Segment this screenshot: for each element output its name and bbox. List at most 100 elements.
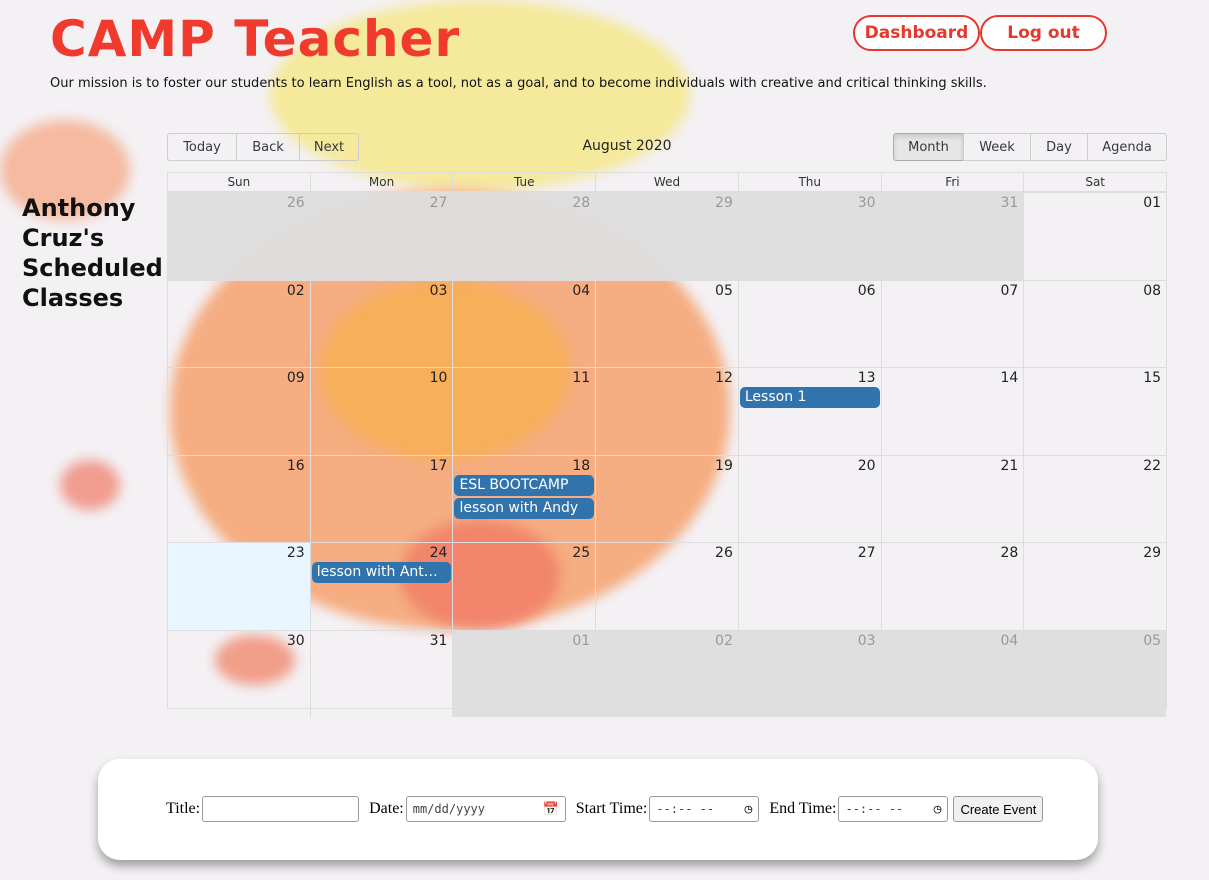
day-cell[interactable]: 16 [168, 456, 310, 543]
date-number[interactable]: 06 [858, 283, 876, 299]
date-number[interactable]: 18 [572, 458, 590, 474]
day-cell[interactable]: 08 [1023, 280, 1166, 367]
date-number[interactable]: 25 [572, 545, 590, 561]
date-number[interactable]: 27 [430, 195, 448, 211]
day-cell[interactable]: 22 [1023, 455, 1166, 542]
title-input[interactable] [202, 796, 360, 822]
day-cell[interactable]: 21 [880, 455, 1024, 542]
date-number[interactable]: 19 [715, 458, 733, 474]
date-number[interactable]: 26 [715, 545, 733, 561]
date-number[interactable]: 28 [1000, 545, 1018, 561]
back-button[interactable]: Back [236, 133, 300, 161]
day-cell[interactable]: 28 [452, 193, 596, 280]
next-button[interactable]: Next [299, 133, 359, 161]
day-cell[interactable]: 03 [309, 280, 453, 367]
day-cell[interactable]: 30 [168, 631, 310, 718]
date-number[interactable]: 15 [1143, 370, 1161, 386]
day-cell[interactable]: 19 [595, 455, 738, 542]
clock-icon[interactable]: ◷ [934, 802, 942, 817]
day-cell[interactable]: 20 [737, 455, 881, 542]
day-cell[interactable]: 09 [168, 368, 310, 455]
day-cell[interactable]: 03 [737, 630, 881, 717]
day-cell[interactable]: 29 [1023, 543, 1166, 630]
day-cell[interactable]: 04 [880, 630, 1024, 717]
start-time-input[interactable]: --:-- -- ◷ [649, 796, 760, 822]
today-button[interactable]: Today [167, 133, 237, 161]
date-number[interactable]: 02 [287, 283, 305, 299]
create-event-button[interactable]: Create Event [953, 796, 1044, 822]
day-cell[interactable]: 29 [595, 193, 738, 280]
calendar-event[interactable]: ESL BOOTCAMP [454, 474, 595, 496]
date-number[interactable]: 17 [430, 458, 448, 474]
calendar-event[interactable]: Lesson 1 [739, 387, 880, 408]
date-number[interactable]: 05 [1143, 633, 1161, 649]
day-cell[interactable]: 26 [595, 543, 738, 630]
date-number[interactable]: 20 [858, 458, 876, 474]
date-number[interactable]: 07 [1000, 283, 1018, 299]
day-cell[interactable]: 28 [880, 543, 1024, 630]
date-number[interactable]: 26 [287, 195, 305, 211]
date-number[interactable]: 03 [858, 633, 876, 649]
date-input[interactable]: mm/dd/yyyy 📅 [405, 796, 566, 822]
day-cell[interactable]: 25 [452, 543, 595, 630]
view-day-button[interactable]: Day [1030, 133, 1088, 161]
date-number[interactable]: 31 [1000, 195, 1018, 211]
day-cell[interactable]: 14 [880, 368, 1024, 455]
day-cell-today[interactable]: 23 [168, 543, 310, 630]
day-cell[interactable]: 01 [452, 630, 596, 717]
calendar-icon[interactable]: 📅 [543, 802, 559, 817]
day-cell[interactable]: 05 [1023, 630, 1167, 717]
day-cell[interactable]: 05 [595, 280, 738, 367]
day-cell[interactable]: 07 [880, 280, 1024, 367]
clock-icon[interactable]: ◷ [745, 802, 753, 817]
day-cell[interactable]: 26 [168, 193, 310, 280]
date-number[interactable]: 30 [858, 195, 876, 211]
view-month-button[interactable]: Month [893, 133, 964, 161]
date-number[interactable]: 14 [1000, 370, 1018, 386]
date-number[interactable]: 04 [1000, 633, 1018, 649]
day-cell[interactable]: 30 [737, 193, 881, 280]
calendar-event[interactable]: lesson with Andy [454, 497, 595, 519]
date-number[interactable]: 01 [572, 633, 590, 649]
date-number[interactable]: 16 [287, 458, 305, 474]
day-cell[interactable]: 18 ESL BOOTCAMP lesson with Andy [452, 455, 595, 542]
day-cell[interactable]: 01 [1023, 193, 1166, 280]
logout-button[interactable]: Log out [980, 15, 1107, 51]
date-number[interactable]: 01 [1143, 195, 1161, 211]
day-cell[interactable]: 31 [309, 630, 453, 717]
date-number[interactable]: 29 [715, 195, 733, 211]
view-agenda-button[interactable]: Agenda [1087, 133, 1167, 161]
date-number[interactable]: 10 [430, 370, 448, 386]
date-number[interactable]: 04 [572, 283, 590, 299]
dashboard-button[interactable]: Dashboard [853, 15, 980, 51]
day-cell[interactable]: 27 [737, 543, 881, 630]
date-number[interactable]: 30 [287, 633, 305, 649]
date-number[interactable]: 05 [715, 283, 733, 299]
date-number[interactable]: 12 [715, 370, 733, 386]
date-number[interactable]: 22 [1143, 458, 1161, 474]
date-number[interactable]: 28 [572, 195, 590, 211]
day-cell[interactable]: 10 [309, 368, 453, 455]
day-cell[interactable]: 13 Lesson 1 [737, 368, 881, 455]
date-number[interactable]: 02 [715, 633, 733, 649]
day-cell[interactable]: 02 [595, 630, 738, 717]
date-number[interactable]: 29 [1143, 545, 1161, 561]
date-number[interactable]: 09 [287, 370, 305, 386]
date-number[interactable]: 24 [430, 545, 448, 561]
day-cell[interactable]: 17 [309, 455, 453, 542]
date-number[interactable]: 03 [430, 283, 448, 299]
date-number[interactable]: 13 [858, 370, 876, 386]
day-cell[interactable]: 02 [168, 281, 310, 368]
end-time-input[interactable]: --:-- -- ◷ [838, 796, 949, 822]
day-cell[interactable]: 15 [1023, 368, 1166, 455]
date-number[interactable]: 21 [1000, 458, 1018, 474]
day-cell[interactable]: 04 [452, 280, 595, 367]
date-number[interactable]: 31 [430, 633, 448, 649]
calendar-event[interactable]: lesson with Antho... [311, 562, 452, 583]
day-cell[interactable]: 11 [452, 368, 595, 455]
date-number[interactable]: 11 [572, 370, 590, 386]
date-number[interactable]: 27 [858, 545, 876, 561]
date-number[interactable]: 08 [1143, 283, 1161, 299]
date-number[interactable]: 23 [287, 545, 305, 561]
day-cell[interactable]: 31 [880, 193, 1024, 280]
